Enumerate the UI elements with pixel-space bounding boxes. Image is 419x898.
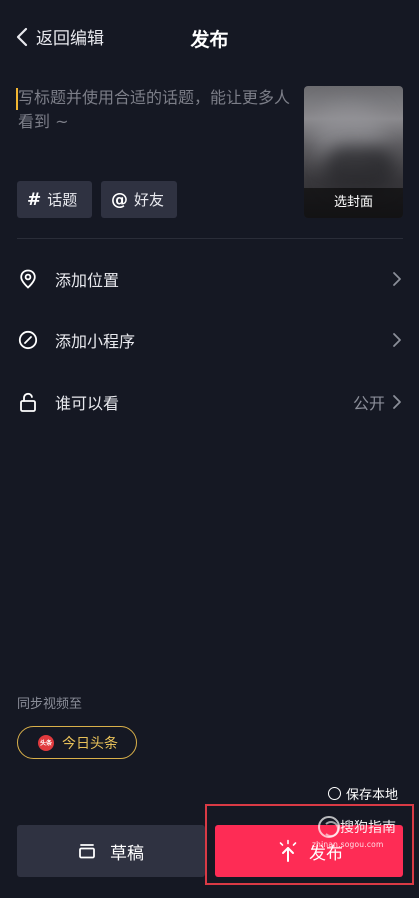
save-draft-button[interactable]: 草稿	[17, 825, 205, 877]
toutiao-logo-icon: 头条	[38, 734, 54, 751]
cover-selector[interactable]: 选封面	[304, 86, 403, 218]
chevron-right-icon	[393, 395, 401, 409]
cover-thumbnail-shade	[324, 146, 394, 191]
location-pin-icon	[17, 268, 39, 290]
divider	[17, 238, 403, 239]
back-label: 返回编辑	[36, 29, 104, 49]
publish-button[interactable]: 发布	[215, 825, 403, 877]
draft-box-icon	[79, 844, 95, 859]
save-local-toggle[interactable]: 保存本地	[328, 784, 398, 803]
back-to-edit-button[interactable]: 返回编辑	[16, 24, 104, 49]
link-icon	[17, 329, 39, 351]
caption-input[interactable]	[16, 86, 292, 172]
publish-label: 发布	[309, 843, 343, 864]
sync-toutiao-toggle[interactable]: 头条 今日头条	[17, 726, 137, 759]
add-mini-program-label: 添加小程序	[55, 332, 136, 351]
cover-label: 选封面	[304, 188, 403, 218]
visibility-value: 公开	[352, 394, 385, 413]
mention-friend-label: 好友	[134, 191, 165, 209]
hashtag-icon: #	[27, 189, 42, 210]
chevron-left-icon	[16, 27, 28, 46]
visibility-row[interactable]: 谁可以看 公开	[17, 382, 403, 422]
save-local-label: 保存本地	[346, 788, 399, 803]
hashtag-label: 话题	[47, 191, 78, 209]
add-location-row[interactable]: 添加位置	[17, 259, 403, 299]
chevron-right-icon	[393, 272, 401, 286]
mention-friend-button[interactable]: @ 好友	[101, 181, 177, 218]
unlock-icon	[17, 391, 39, 413]
hashtag-button[interactable]: # 话题	[17, 181, 92, 218]
publish-sparkle-icon	[279, 839, 297, 862]
caption-area	[16, 86, 292, 172]
top-bar: 返回编辑 发布	[0, 0, 419, 76]
sync-toutiao-label: 今日头条	[62, 735, 118, 752]
at-icon: @	[111, 189, 128, 210]
radio-unchecked-icon	[328, 787, 341, 800]
chevron-right-icon	[393, 333, 401, 347]
add-mini-program-row[interactable]: 添加小程序	[17, 320, 403, 360]
page-title: 发布	[190, 29, 229, 51]
visibility-label: 谁可以看	[55, 394, 120, 413]
add-location-label: 添加位置	[55, 271, 120, 290]
draft-label: 草稿	[110, 843, 144, 864]
text-cursor	[16, 88, 18, 110]
sync-section-title: 同步视频至	[17, 697, 83, 712]
